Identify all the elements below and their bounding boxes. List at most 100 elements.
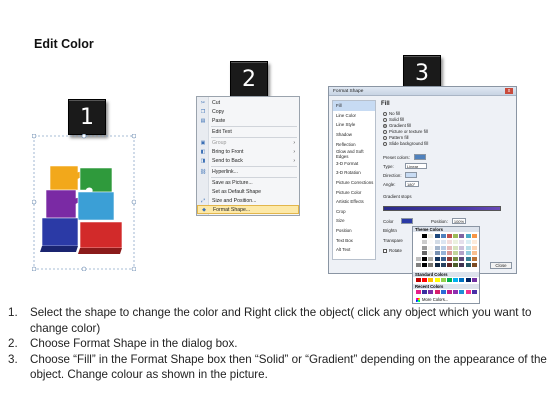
color-swatch[interactable]	[428, 257, 434, 262]
color-swatch[interactable]	[459, 290, 465, 294]
color-swatch[interactable]	[440, 257, 446, 262]
color-swatch[interactable]	[422, 257, 428, 262]
color-swatch[interactable]	[453, 290, 459, 294]
color-swatch[interactable]	[447, 257, 452, 262]
color-swatch[interactable]	[465, 239, 471, 244]
color-swatch[interactable]	[428, 290, 434, 294]
color-swatch[interactable]	[440, 234, 446, 238]
color-swatch[interactable]	[447, 251, 452, 256]
color-swatch[interactable]	[471, 245, 477, 250]
color-swatch[interactable]	[440, 239, 446, 244]
color-swatch[interactable]	[459, 257, 465, 262]
direction-dropdown[interactable]	[405, 172, 417, 178]
color-swatch[interactable]	[459, 245, 465, 250]
color-swatch[interactable]	[447, 290, 452, 294]
color-swatch[interactable]	[447, 234, 452, 238]
nav-item-3d-format[interactable]: 3-D Format	[333, 159, 375, 169]
color-swatch[interactable]	[434, 290, 440, 294]
menu-item-hyperlink[interactable]: ⛓ Hyperlink...	[197, 167, 299, 176]
color-swatch[interactable]	[471, 239, 477, 244]
color-swatch[interactable]	[447, 245, 452, 250]
color-swatch[interactable]	[428, 263, 434, 267]
color-swatch[interactable]	[416, 278, 421, 282]
color-swatch[interactable]	[428, 251, 434, 256]
color-swatch[interactable]	[471, 251, 477, 256]
nav-item-reflection[interactable]: Reflection	[333, 139, 375, 149]
color-swatch[interactable]	[459, 278, 465, 282]
color-swatch[interactable]	[440, 278, 446, 282]
color-swatch[interactable]	[416, 290, 421, 294]
menu-item-set-default-shape[interactable]: Set as Default Shape	[197, 187, 299, 196]
color-swatch[interactable]	[440, 251, 446, 256]
color-swatch[interactable]	[447, 278, 452, 282]
nav-item-shadow[interactable]: Shadow	[333, 130, 375, 140]
color-swatch[interactable]	[465, 278, 471, 282]
menu-item-send-to-back[interactable]: ◨ Send to Back ›	[197, 156, 299, 165]
color-swatch[interactable]	[453, 263, 459, 267]
puzzle-shape-panel[interactable]	[32, 134, 136, 271]
color-swatch[interactable]	[422, 290, 428, 294]
color-swatch[interactable]	[459, 239, 465, 244]
color-swatch[interactable]	[453, 234, 459, 238]
color-swatch[interactable]	[428, 245, 434, 250]
menu-item-cut[interactable]: ✂ Cut	[197, 98, 299, 107]
color-swatch[interactable]	[465, 263, 471, 267]
nav-item-line-color[interactable]: Line Color	[333, 111, 375, 121]
color-swatch[interactable]	[453, 251, 459, 256]
color-swatch[interactable]	[422, 234, 428, 238]
color-swatch[interactable]	[471, 234, 477, 238]
color-swatch[interactable]	[416, 257, 421, 262]
nav-item-line-style[interactable]: Line Style	[333, 120, 375, 130]
color-swatch[interactable]	[465, 290, 471, 294]
puzzle-pieces-graphic[interactable]	[32, 134, 136, 271]
color-swatch[interactable]	[453, 245, 459, 250]
menu-item-bring-to-front[interactable]: ◧ Bring to Front ›	[197, 147, 299, 156]
menu-item-edit-text[interactable]: Edit Text	[197, 127, 299, 136]
menu-item-format-shape[interactable]: ◆ Format Shape...	[197, 205, 299, 214]
menu-item-save-as-picture[interactable]: Save as Picture...	[197, 178, 299, 187]
color-swatch[interactable]	[459, 234, 465, 238]
color-swatch[interactable]	[416, 234, 421, 238]
rotate-checkbox[interactable]	[383, 248, 387, 253]
radio-gradient-fill[interactable]: Gradient fill	[383, 123, 411, 128]
color-swatch[interactable]	[434, 239, 440, 244]
nav-item-fill[interactable]: Fill	[333, 101, 375, 111]
color-swatch[interactable]	[447, 239, 452, 244]
nav-item-position[interactable]: Position	[333, 226, 375, 236]
radio-pattern-fill[interactable]: Pattern fill	[383, 135, 409, 140]
color-swatch[interactable]	[416, 251, 421, 256]
color-swatch[interactable]	[440, 245, 446, 250]
radio-solid-fill[interactable]: Solid fill	[383, 117, 404, 122]
menu-item-group[interactable]: ▣ Group ›	[197, 138, 299, 147]
nav-item-artistic-effects[interactable]: Artistic Effects	[333, 197, 375, 207]
color-swatch[interactable]	[416, 245, 421, 250]
color-swatch[interactable]	[440, 263, 446, 267]
color-swatch[interactable]	[422, 251, 428, 256]
color-swatch[interactable]	[422, 239, 428, 244]
color-swatch[interactable]	[471, 290, 477, 294]
nav-item-glow[interactable]: Glow and Soft Edges	[333, 149, 375, 159]
color-swatch[interactable]	[465, 251, 471, 256]
color-swatch[interactable]	[416, 239, 421, 244]
color-swatch[interactable]	[459, 251, 465, 256]
nav-item-crop[interactable]: Crop	[333, 207, 375, 217]
color-swatch[interactable]	[471, 278, 477, 282]
color-swatch[interactable]	[434, 234, 440, 238]
nav-item-picture-color[interactable]: Picture Color	[333, 187, 375, 197]
nav-item-size[interactable]: Size	[333, 216, 375, 226]
menu-item-size-and-position[interactable]: ⤢ Size and Position...	[197, 196, 299, 205]
color-swatch[interactable]	[447, 263, 452, 267]
color-swatch[interactable]	[453, 278, 459, 282]
nav-item-3d-rotation[interactable]: 3-D Rotation	[333, 168, 375, 178]
color-swatch[interactable]	[422, 245, 428, 250]
color-swatch[interactable]	[434, 251, 440, 256]
more-colors-item[interactable]: More Colors...	[416, 297, 448, 302]
rotate-row[interactable]: Rotate	[383, 248, 402, 253]
color-dropdown[interactable]	[401, 218, 413, 224]
color-swatch[interactable]	[465, 245, 471, 250]
color-swatch[interactable]	[434, 245, 440, 250]
radio-no-fill[interactable]: No fill	[383, 111, 400, 116]
color-swatch[interactable]	[465, 257, 471, 262]
preset-colors-dropdown[interactable]	[413, 154, 426, 160]
color-swatch[interactable]	[471, 257, 477, 262]
